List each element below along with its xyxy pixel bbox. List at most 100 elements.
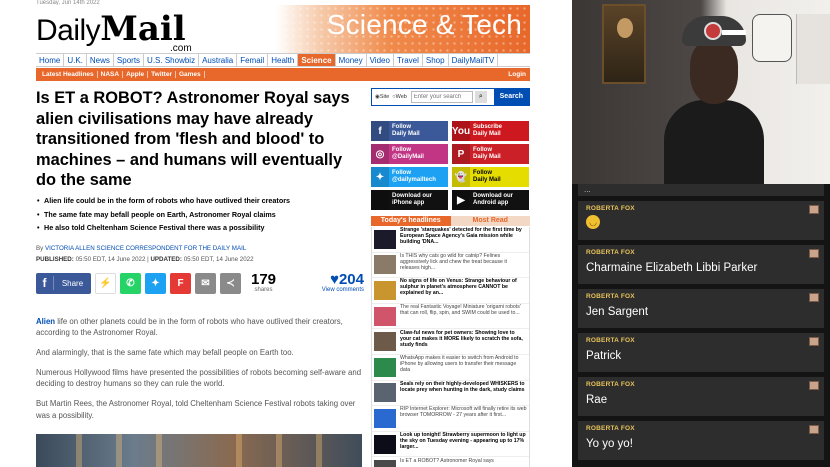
search-radio-site[interactable]: ◉Site — [375, 94, 389, 100]
headline-item[interactable]: Look up tonight! Strawberry supermoon to… — [372, 432, 529, 458]
chat-badge-icon — [809, 381, 819, 390]
comment-count[interactable]: ♥204 View comments — [322, 272, 364, 293]
headline-item[interactable]: No signs of life on Venus: Strange behav… — [372, 278, 529, 304]
subnav-item-nasa[interactable]: NASA — [98, 71, 124, 78]
follow-tile[interactable]: Download our iPhone app — [371, 190, 448, 210]
nav-item-u-s-showbiz[interactable]: U.S. Showbiz — [144, 54, 200, 66]
chat-message: ROBERTA FOX Rae — [578, 377, 824, 416]
nav-item-australia[interactable]: Australia — [199, 54, 238, 66]
nav-item-science[interactable]: Science — [298, 54, 336, 66]
follow-tile-label: Follow Daily Mail — [473, 147, 501, 160]
headline-item[interactable]: Strange 'starquakes' detected for the fi… — [372, 227, 529, 253]
headline-item[interactable]: Claw-ful news for pet owners: Showing lo… — [372, 329, 529, 355]
login-link[interactable]: Login — [508, 71, 530, 78]
subnav-item-apple[interactable]: Apple — [123, 71, 149, 78]
tab-todays-headlines[interactable]: Today's headlines — [371, 216, 451, 226]
facebook-share-button[interactable]: f Share — [36, 272, 91, 294]
more-share-icon[interactable]: ≺ — [220, 272, 241, 294]
search-input[interactable] — [410, 91, 473, 103]
nav-item-home[interactable]: Home — [36, 54, 65, 66]
headline-item[interactable]: Is ET a ROBOT? Astronomer Royal says — [372, 457, 529, 467]
masthead: DailyMail .com Science & Tech — [36, 5, 530, 54]
chat-badge-icon — [809, 425, 819, 434]
chat-previous-message: ... — [578, 184, 824, 196]
follow-tile-label: Follow Daily Mail — [392, 124, 420, 137]
headline-thumbnail — [374, 434, 396, 454]
published-value: 05:50 EDT, 14 June 2022 — [75, 255, 146, 263]
follow-links: f Follow Daily Mail You Subscribe Daily Mail ◎… — [371, 121, 530, 210]
chat-badge-icon — [809, 337, 819, 346]
headline-item[interactable]: RIP Internet Explorer: Microsoft will fi… — [372, 406, 529, 432]
flipboard-icon[interactable]: F — [170, 272, 191, 294]
follow-tile-icon: ▶ — [452, 190, 470, 210]
subnav-item-twitter[interactable]: Twitter — [148, 71, 176, 78]
follow-tile[interactable]: 👻 Follow Daily Mail — [452, 167, 529, 187]
paragraph-4: But Martin Rees, the Astronomer Royal, t… — [36, 399, 356, 420]
view-comments-link[interactable]: View comments — [322, 287, 364, 293]
nav-item-news[interactable]: News — [87, 54, 114, 66]
article-image — [36, 434, 362, 467]
sub-nav: Latest Headlines NASA Apple Twitter Games Lo… — [36, 68, 530, 81]
search-radio-web[interactable]: ○Web — [392, 94, 407, 100]
follow-tile[interactable]: f Follow Daily Mail — [371, 121, 448, 141]
chat-username: ROBERTA FOX — [586, 293, 635, 300]
headline-text: WhatsApp makes it easier to switch from … — [400, 355, 519, 374]
subnav-item-latest-headlines[interactable]: Latest Headlines — [39, 71, 98, 78]
grin-emoji-icon: ◡ — [586, 215, 600, 229]
article-body: Alien life on other planets could be in … — [36, 316, 364, 430]
headline-item[interactable]: Is THIS why cats go wild for catnip? Fel… — [372, 253, 529, 279]
follow-tile[interactable]: ◎ Follow @DailyMail — [371, 144, 448, 164]
follow-tile-icon: f — [371, 121, 389, 141]
headline-thumbnail — [374, 357, 396, 377]
follow-tile[interactable]: You Subscribe Daily Mail — [452, 121, 529, 141]
headline-thumbnail — [374, 460, 396, 467]
main-nav: Home U.K. News Sports U.S. Showbiz Australia F… — [36, 53, 530, 67]
live-chat: ... ROBERTA FOX ◡ ROBERTA FOX Charmaine Eli… — [578, 184, 824, 460]
summary-bullet: The same fate may befall people on Earth… — [36, 208, 364, 222]
nav-item-dailymailtv[interactable]: DailyMailTV — [449, 54, 499, 66]
chat-badge-icon — [809, 205, 819, 214]
article-page: Tuesday, Jun 14th 2022 DailyMail .com Sc… — [0, 0, 572, 467]
byline-author[interactable]: VICTORIA ALLEN SCIENCE CORRESPONDENT FOR… — [45, 245, 246, 252]
tab-most-read[interactable]: Most Read — [450, 216, 530, 226]
alien-link[interactable]: Alien — [36, 317, 55, 326]
nav-item-sports[interactable]: Sports — [114, 54, 145, 66]
headline-item[interactable]: WhatsApp makes it easier to switch from … — [372, 355, 529, 381]
headline-thumbnail — [374, 229, 396, 249]
headline-text: RIP Internet Explorer: Microsoft will fi… — [400, 406, 527, 419]
headline-text: Strange 'starquakes' detected for the fi… — [400, 227, 522, 246]
nav-item-health[interactable]: Health — [268, 54, 299, 66]
paragraph-2: And alarmingly, that is the same fate wh… — [36, 348, 294, 358]
chat-message-text: Yo yo yo! — [586, 438, 633, 450]
nav-item-shop[interactable]: Shop — [423, 54, 449, 66]
headline-text: Is ET a ROBOT? Astronomer Royal says — [400, 457, 494, 464]
nav-item-u-k-[interactable]: U.K. — [64, 54, 87, 66]
site-logo[interactable]: DailyMail .com — [36, 9, 192, 54]
headline-thumbnail — [374, 306, 396, 326]
headline-thumbnail — [374, 332, 396, 352]
whatsapp-icon[interactable]: ✆ — [120, 272, 141, 294]
messenger-icon[interactable]: ⚡ — [95, 272, 116, 294]
nav-item-money[interactable]: Money — [336, 54, 367, 66]
nav-item-travel[interactable]: Travel — [394, 54, 423, 66]
subnav-item-games[interactable]: Games — [176, 71, 205, 78]
channel-title: Science & Tech — [326, 9, 522, 40]
follow-tile[interactable]: P Follow Daily Mail — [452, 144, 529, 164]
email-icon[interactable]: ✉ — [195, 272, 216, 294]
follow-tile-label: Download our iPhone app — [392, 193, 432, 206]
nav-item-video[interactable]: Video — [367, 54, 394, 66]
streamer — [664, 16, 764, 184]
follow-tile[interactable]: ✦ Follow @dailymailtech — [371, 167, 448, 187]
nav-item-femail[interactable]: Femail — [237, 54, 269, 66]
chat-badge-icon — [809, 249, 819, 258]
summary-bullet: He also told Cheltenham Science Festival… — [36, 221, 364, 235]
follow-tile[interactable]: ▶ Download our Android app — [452, 190, 529, 210]
search-button[interactable]: Search — [493, 89, 529, 105]
headline-item[interactable]: Seals rely on their highly-developed WHI… — [372, 381, 529, 407]
paragraph-3: Numerous Hollywood films have presented … — [36, 368, 362, 389]
chat-username: ROBERTA FOX — [586, 381, 635, 388]
search-icon[interactable]: ⌕ — [474, 91, 487, 103]
follow-tile-label: Subscribe Daily Mail — [473, 124, 503, 137]
headline-item[interactable]: The real Fantastic Voyage! Miniature 'or… — [372, 304, 529, 330]
twitter-icon[interactable]: ✦ — [145, 272, 166, 294]
